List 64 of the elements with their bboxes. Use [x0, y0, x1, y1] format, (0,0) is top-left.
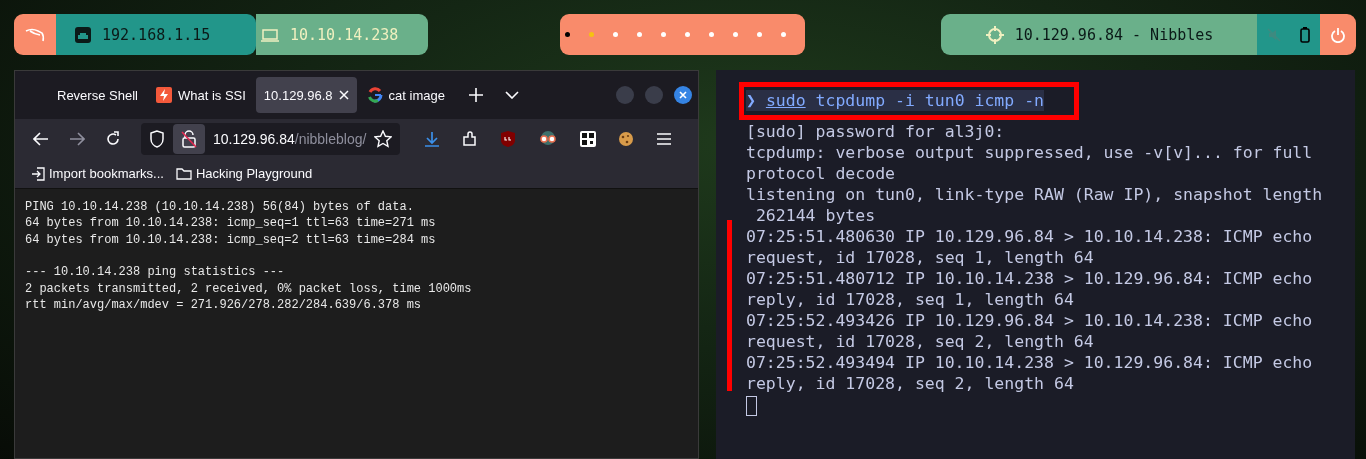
menu-icon[interactable] [656, 132, 673, 146]
terminal-cursor [746, 396, 757, 416]
workspace-dot[interactable] [781, 32, 786, 37]
workspace-dot[interactable] [733, 32, 738, 37]
battery-icon[interactable] [1300, 26, 1311, 43]
star-icon[interactable] [374, 130, 393, 148]
ping-output: PING 10.10.14.238 (10.10.14.238) 56(84) bytes of data. 64 bytes from 10.10.14.238: icmp_seq=1 ttl=63 time=271 ms 64 bytes from 10.10.14.238: icmp_seq=2 ttl=63 time=284 ms [25, 199, 437, 249]
cookie-icon[interactable] [618, 131, 635, 147]
bookmark-item[interactable]: Hacking Playground [175, 166, 313, 181]
chevron-down-icon[interactable] [504, 91, 519, 99]
terminal-output-line: 07:25:52.493426 IP 10.129.96.84 > 10.10.14.238: ICMP echo [746, 310, 1314, 331]
terminal-output-line: request, id 17028, seq 1, length 64 [746, 247, 1095, 268]
qr-code-icon[interactable] [580, 131, 597, 147]
terminal-output-line: 07:25:51.480630 IP 10.129.96.84 > 10.10.14.238: ICMP echo [746, 226, 1314, 247]
ping-output: --- 10.10.14.238 ping statistics --- 2 packets transmitted, 2 received, 0% packet loss, time 1000ms rtt min/avg/max/mdev = 271.926/278.282/284.639/6.378 ms [25, 264, 473, 314]
browser-tab[interactable]: cat image [358, 77, 453, 113]
target-status: 10.129.96.84 - Nibbles [941, 14, 1257, 55]
reload-icon[interactable] [105, 131, 121, 147]
terminal-output-line: [sudo] password for al3j0: [746, 121, 1006, 142]
download-icon[interactable] [424, 131, 441, 147]
workspace-dot[interactable] [637, 32, 642, 37]
crossed-lock-icon[interactable] [181, 130, 197, 148]
folder-icon [175, 167, 192, 180]
workspace-dot[interactable] [709, 32, 714, 37]
laptop-icon [260, 26, 280, 43]
browser-tab[interactable]: What is SSI [147, 77, 254, 113]
goggles-icon[interactable] [538, 131, 559, 147]
terminal-output-line: request, id 17028, seq 2, length 64 [746, 331, 1095, 352]
network-status: 10.10.14.238 [256, 14, 428, 55]
workspace-dot[interactable] [565, 32, 570, 37]
ethernet-icon [74, 25, 92, 44]
network-status: 192.168.1.15 [56, 14, 256, 55]
terminal-output-line: 07:25:52.493494 IP 10.10.14.238 > 10.129.96.84: ICMP echo [746, 352, 1314, 373]
terminal-output-line: protocol decode [746, 163, 896, 184]
close-icon[interactable] [674, 86, 692, 104]
terminal-output-line: tcpdump: verbose output suppressed, use -v[v]... for full [746, 142, 1314, 163]
terminal-output-line: reply, id 17028, seq 1, length 64 [746, 289, 1075, 310]
terminal-output-line: listening on tun0, link-type RAW (Raw IP), snapshot length [746, 184, 1324, 205]
terminal-output-line: 262144 bytes [754, 205, 877, 226]
workspace-dot[interactable] [685, 32, 690, 37]
shield-icon [149, 130, 165, 148]
browser-tab[interactable]: 10.129.96.8 [255, 77, 357, 113]
launcher-button[interactable] [14, 14, 56, 55]
plus-icon[interactable] [468, 88, 483, 102]
bookmark-item[interactable]: Import bookmarks... [31, 166, 164, 181]
workspace-dot[interactable] [589, 32, 594, 37]
google-icon [366, 87, 383, 103]
import-icon [31, 166, 45, 181]
browser-tab[interactable]: Reverse Shell [49, 77, 146, 113]
address-bar[interactable]: 10.129.96.84/nibbleblog/ [141, 123, 401, 155]
shield-badge-icon[interactable] [500, 130, 517, 148]
puzzle-icon[interactable] [462, 131, 479, 147]
forward-arrow-icon[interactable] [69, 132, 85, 146]
workspace-dot[interactable] [613, 32, 618, 37]
crosshair-icon [984, 24, 1005, 45]
terminal-output-line: reply, id 17028, seq 2, length 64 [746, 373, 1075, 394]
workspace-dot[interactable] [757, 32, 762, 37]
back-arrow-icon[interactable] [33, 132, 49, 146]
workspace-dot[interactable] [661, 32, 666, 37]
bolt-icon [155, 87, 172, 103]
power-icon [1330, 26, 1346, 43]
close-icon[interactable] [338, 90, 349, 100]
terminal-output-line: 07:25:51.480712 IP 10.10.14.238 > 10.129.96.84: ICMP echo [746, 268, 1314, 289]
power-button[interactable] [1320, 14, 1356, 55]
